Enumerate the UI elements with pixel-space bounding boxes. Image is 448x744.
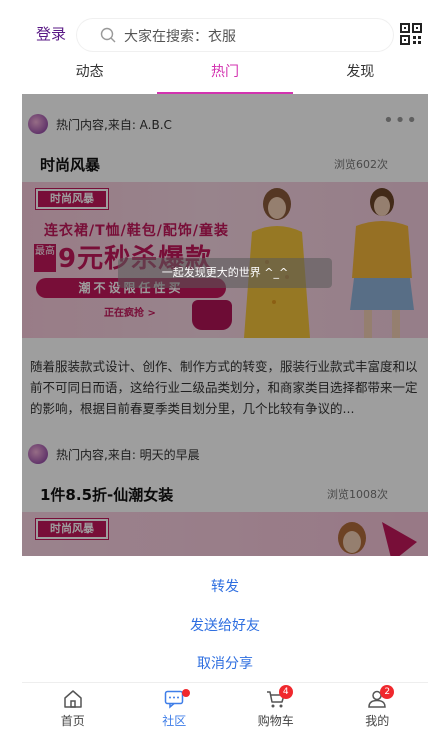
community-icon [165, 690, 184, 709]
login-link[interactable]: 登录 [36, 23, 66, 44]
qr-code-icon[interactable] [400, 23, 422, 45]
search-placeholder: 大家在搜索：衣服 [124, 29, 236, 45]
cart-badge: 4 [278, 685, 293, 699]
share-action-sheet: 转发 发送给好友 取消分享 [22, 556, 428, 682]
nav-label: 社区 [162, 714, 187, 728]
modal-overlay[interactable] [22, 94, 428, 556]
top-header: 登录 大家在搜索：衣服 [22, 12, 428, 56]
bottom-nav: 首页 社区 4 购物车 2 我的 [22, 682, 428, 734]
cancel-share-button[interactable]: 取消分享 [22, 653, 428, 673]
tab-popular[interactable]: 热门 [157, 52, 293, 94]
notification-dot [182, 689, 191, 697]
profile-badge: 2 [380, 685, 395, 699]
nav-label: 首页 [60, 714, 85, 728]
forward-button[interactable]: 转发 [22, 576, 428, 596]
nav-item-community[interactable]: 社区 [124, 683, 226, 734]
nav-label: 购物车 [257, 714, 294, 728]
nav-item-profile[interactable]: 2 我的 [327, 683, 429, 734]
tab-discover[interactable]: 发现 [293, 52, 428, 94]
send-to-friend-button[interactable]: 发送给好友 [22, 615, 428, 635]
nav-item-cart[interactable]: 4 购物车 [225, 683, 327, 734]
nav-label: 我的 [365, 714, 390, 728]
toast-message: 一起发现更大的世界 ^_^ [118, 258, 332, 288]
tab-dynamic[interactable]: 动态 [22, 52, 157, 94]
feed-tabs: 动态 热门 发现 [22, 52, 428, 94]
home-icon [64, 690, 82, 708]
search-bar[interactable]: 大家在搜索：衣服 [76, 18, 394, 52]
search-icon [100, 27, 116, 43]
nav-item-home[interactable]: 首页 [22, 683, 124, 734]
app-frame: 登录 大家在搜索：衣服 动态 热门 发现 热门内容,来自: A.B.C ••• … [22, 0, 428, 744]
